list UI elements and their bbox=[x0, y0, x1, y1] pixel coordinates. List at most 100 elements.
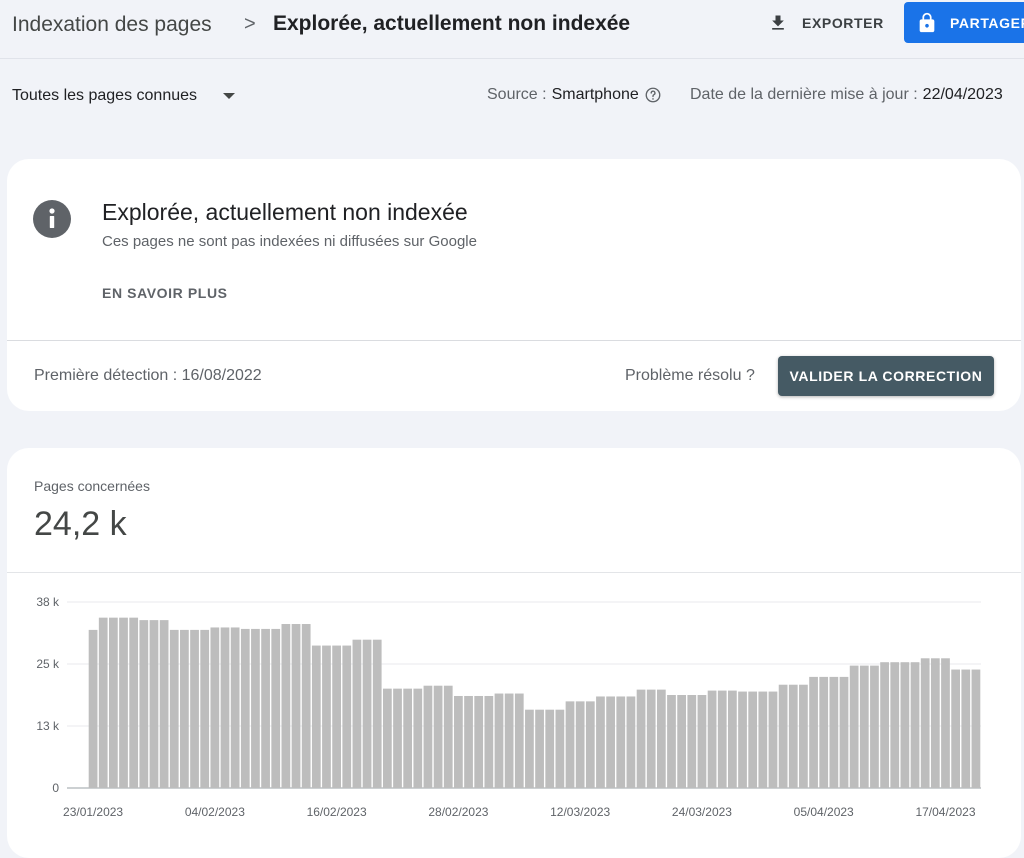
chart-bar[interactable] bbox=[646, 689, 656, 788]
chart-bar[interactable] bbox=[464, 695, 473, 788]
y-tick-label: 38 k bbox=[36, 595, 60, 609]
chart-bar[interactable] bbox=[596, 696, 605, 788]
chart-bar[interactable] bbox=[575, 701, 585, 788]
chart-bar[interactable] bbox=[535, 709, 544, 788]
chart-bar[interactable] bbox=[200, 629, 210, 788]
chart-bar[interactable] bbox=[941, 658, 950, 788]
chart-bar[interactable] bbox=[728, 690, 737, 788]
card-divider bbox=[7, 340, 1021, 341]
chart-bar[interactable] bbox=[88, 629, 98, 788]
chart-bar[interactable] bbox=[119, 617, 128, 788]
chart-bar[interactable] bbox=[443, 685, 453, 788]
chart-bar[interactable] bbox=[393, 688, 402, 788]
chart-bar[interactable] bbox=[413, 688, 423, 788]
breadcrumb-root[interactable]: Indexation des pages bbox=[12, 13, 212, 37]
chart-bar[interactable] bbox=[799, 684, 808, 788]
chart-bar[interactable] bbox=[900, 662, 910, 788]
chart-bar[interactable] bbox=[474, 695, 484, 788]
chart-bar[interactable] bbox=[504, 693, 514, 788]
chart-bar[interactable] bbox=[545, 709, 555, 788]
chart-bar[interactable] bbox=[159, 620, 169, 788]
chart-bar[interactable] bbox=[423, 685, 433, 788]
chart-bar[interactable] bbox=[220, 627, 230, 788]
help-circle-icon[interactable] bbox=[644, 86, 662, 104]
validate-fix-button[interactable]: VALIDER LA CORRECTION bbox=[778, 356, 994, 396]
download-icon bbox=[772, 15, 784, 30]
chart-bar[interactable] bbox=[454, 695, 463, 788]
chart-bar[interactable] bbox=[139, 620, 149, 788]
chart-bar[interactable] bbox=[971, 669, 981, 788]
chart-bar[interactable] bbox=[707, 690, 717, 788]
chart-bar[interactable] bbox=[352, 639, 362, 788]
learn-more-link[interactable]: EN SAVOIR PLUS bbox=[102, 285, 228, 301]
chart-bar[interactable] bbox=[809, 676, 818, 788]
share-button[interactable]: PARTAGER bbox=[904, 2, 1024, 43]
chart-bar[interactable] bbox=[210, 627, 220, 788]
chart-bar[interactable] bbox=[920, 658, 930, 788]
chart-bar[interactable] bbox=[291, 624, 301, 788]
chart-bar[interactable] bbox=[555, 709, 565, 788]
chart-bar[interactable] bbox=[261, 628, 270, 788]
chart-bar[interactable] bbox=[687, 695, 697, 788]
chart-bar[interactable] bbox=[169, 629, 179, 788]
chart-bar[interactable] bbox=[230, 627, 240, 788]
chart-bar[interactable] bbox=[849, 665, 859, 788]
chart-bar[interactable] bbox=[667, 695, 676, 788]
chart-bar[interactable] bbox=[748, 691, 758, 788]
chart-bar[interactable] bbox=[778, 684, 788, 788]
chart-bar[interactable] bbox=[758, 691, 768, 788]
chart-bar[interactable] bbox=[180, 629, 189, 788]
chart-bar[interactable] bbox=[372, 639, 382, 788]
chart-bar[interactable] bbox=[311, 645, 321, 788]
chart-bar[interactable] bbox=[149, 620, 159, 788]
chart-bar[interactable] bbox=[98, 617, 108, 788]
chart-bar[interactable] bbox=[251, 628, 260, 788]
chart-bar[interactable] bbox=[636, 689, 646, 788]
chart-bar[interactable] bbox=[717, 690, 727, 788]
chart-bar[interactable] bbox=[677, 695, 687, 788]
chart-bar[interactable] bbox=[322, 645, 331, 788]
chart-bar[interactable] bbox=[870, 665, 879, 788]
chart-bar[interactable] bbox=[484, 695, 494, 788]
chart-bar[interactable] bbox=[190, 629, 199, 788]
chart-bar[interactable] bbox=[585, 701, 595, 788]
chart-bar[interactable] bbox=[880, 662, 889, 788]
chart-bar[interactable] bbox=[910, 662, 920, 788]
chart-bar[interactable] bbox=[829, 676, 839, 788]
chart-bar[interactable] bbox=[342, 645, 352, 788]
chart-bar[interactable] bbox=[890, 662, 900, 788]
chart-bar[interactable] bbox=[768, 691, 778, 788]
chart-bar[interactable] bbox=[930, 658, 940, 788]
chart-bar[interactable] bbox=[697, 695, 707, 788]
chart-bar[interactable] bbox=[129, 617, 139, 788]
chart-bar[interactable] bbox=[271, 628, 281, 788]
export-button[interactable]: EXPORTER bbox=[768, 10, 884, 36]
chart-bar[interactable] bbox=[626, 696, 636, 788]
chart-bar[interactable] bbox=[362, 639, 372, 788]
chart-bar[interactable] bbox=[403, 688, 413, 788]
chart-bar[interactable] bbox=[859, 665, 869, 788]
pages-filter-dropdown[interactable]: Toutes les pages connues bbox=[12, 87, 236, 105]
chart-bar[interactable] bbox=[788, 684, 798, 788]
chart-bar[interactable] bbox=[839, 676, 849, 788]
chart-bar[interactable] bbox=[616, 696, 626, 788]
chart-bar[interactable] bbox=[565, 701, 575, 788]
chart-bar[interactable] bbox=[301, 624, 311, 788]
breadcrumb-separator: > bbox=[244, 13, 256, 35]
chart-bar[interactable] bbox=[240, 628, 250, 788]
chart-bar[interactable] bbox=[433, 685, 443, 788]
chart-bar[interactable] bbox=[738, 691, 747, 788]
chart-bar[interactable] bbox=[961, 669, 971, 788]
last-update-value: 22/04/2023 bbox=[922, 86, 1003, 103]
chart-bar[interactable] bbox=[382, 688, 392, 788]
chart-bar[interactable] bbox=[332, 645, 341, 788]
chart-bar[interactable] bbox=[656, 689, 666, 788]
chart-bar[interactable] bbox=[514, 693, 524, 788]
chart-bar[interactable] bbox=[108, 617, 118, 788]
chart-bar[interactable] bbox=[494, 693, 504, 788]
chart-bar[interactable] bbox=[951, 669, 961, 788]
chart-bar[interactable] bbox=[525, 709, 534, 788]
chart-bar[interactable] bbox=[819, 676, 829, 788]
chart-bar[interactable] bbox=[606, 696, 615, 788]
chart-bar[interactable] bbox=[281, 624, 291, 788]
